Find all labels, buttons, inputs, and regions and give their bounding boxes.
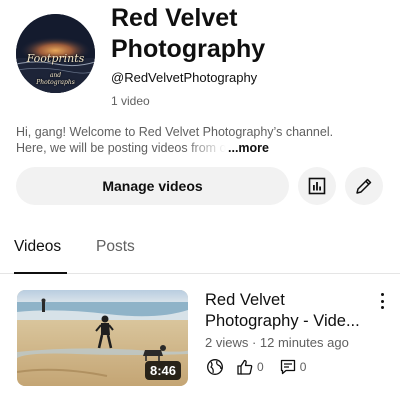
channel-name-line2: Photography: [111, 35, 266, 63]
pencil-icon: [356, 178, 372, 194]
globe-icon: [205, 357, 225, 377]
video-title[interactable]: Red Velvet Photography - Vide...: [205, 290, 375, 332]
analytics-icon: [308, 177, 326, 195]
avatar-subtext-and: and: [49, 72, 62, 79]
description-line2: Here, we will be posting videos from our…: [16, 141, 226, 155]
tab-posts[interactable]: Posts: [96, 238, 135, 256]
analytics-button[interactable]: [298, 167, 336, 205]
description-line2-row: Here, we will be posting videos from our…: [16, 140, 384, 156]
channel-tabs: Videos Posts: [0, 228, 400, 274]
video-count: 1 video: [111, 94, 150, 108]
channel-description[interactable]: Hi, gang! Welcome to Red Velvet Photogra…: [16, 124, 384, 156]
more-link[interactable]: ...more: [228, 140, 269, 156]
manage-videos-button[interactable]: Manage videos: [16, 167, 289, 205]
avatar-subtext-photographs: Photographs: [36, 79, 75, 86]
channel-name: Red Velvet Photography: [111, 3, 391, 65]
channel-handle: @RedVelvetPhotography: [111, 70, 258, 85]
avatar-text: Footprints: [26, 52, 85, 65]
avatar-subtext: and Photographs: [16, 72, 95, 86]
video-thumbnail[interactable]: 8:46: [17, 290, 188, 386]
video-meta: 2 views · 12 minutes ago: [205, 335, 349, 350]
video-duration: 8:46: [144, 361, 181, 380]
description-line1: Hi, gang! Welcome to Red Velvet Photogra…: [16, 125, 334, 139]
video-title-line1: Red Velvet: [205, 291, 285, 309]
channel-page: Footprints and Photographs Red Velvet Ph…: [0, 0, 400, 400]
video-stats: 0 0: [205, 357, 320, 377]
like-count: 0: [257, 360, 264, 374]
comment-count: 0: [299, 360, 307, 374]
tab-videos[interactable]: Videos: [14, 238, 61, 256]
more-options-icon[interactable]: [376, 292, 388, 310]
channel-name-line1: Red Velvet: [111, 4, 238, 32]
tab-selected-indicator: [14, 272, 67, 274]
video-title-line2: Photography - Vide...: [205, 312, 360, 330]
comment-icon: [278, 357, 298, 377]
channel-avatar[interactable]: Footprints and Photographs: [16, 14, 95, 93]
like-icon: [235, 357, 255, 377]
edit-channel-button[interactable]: [345, 167, 383, 205]
